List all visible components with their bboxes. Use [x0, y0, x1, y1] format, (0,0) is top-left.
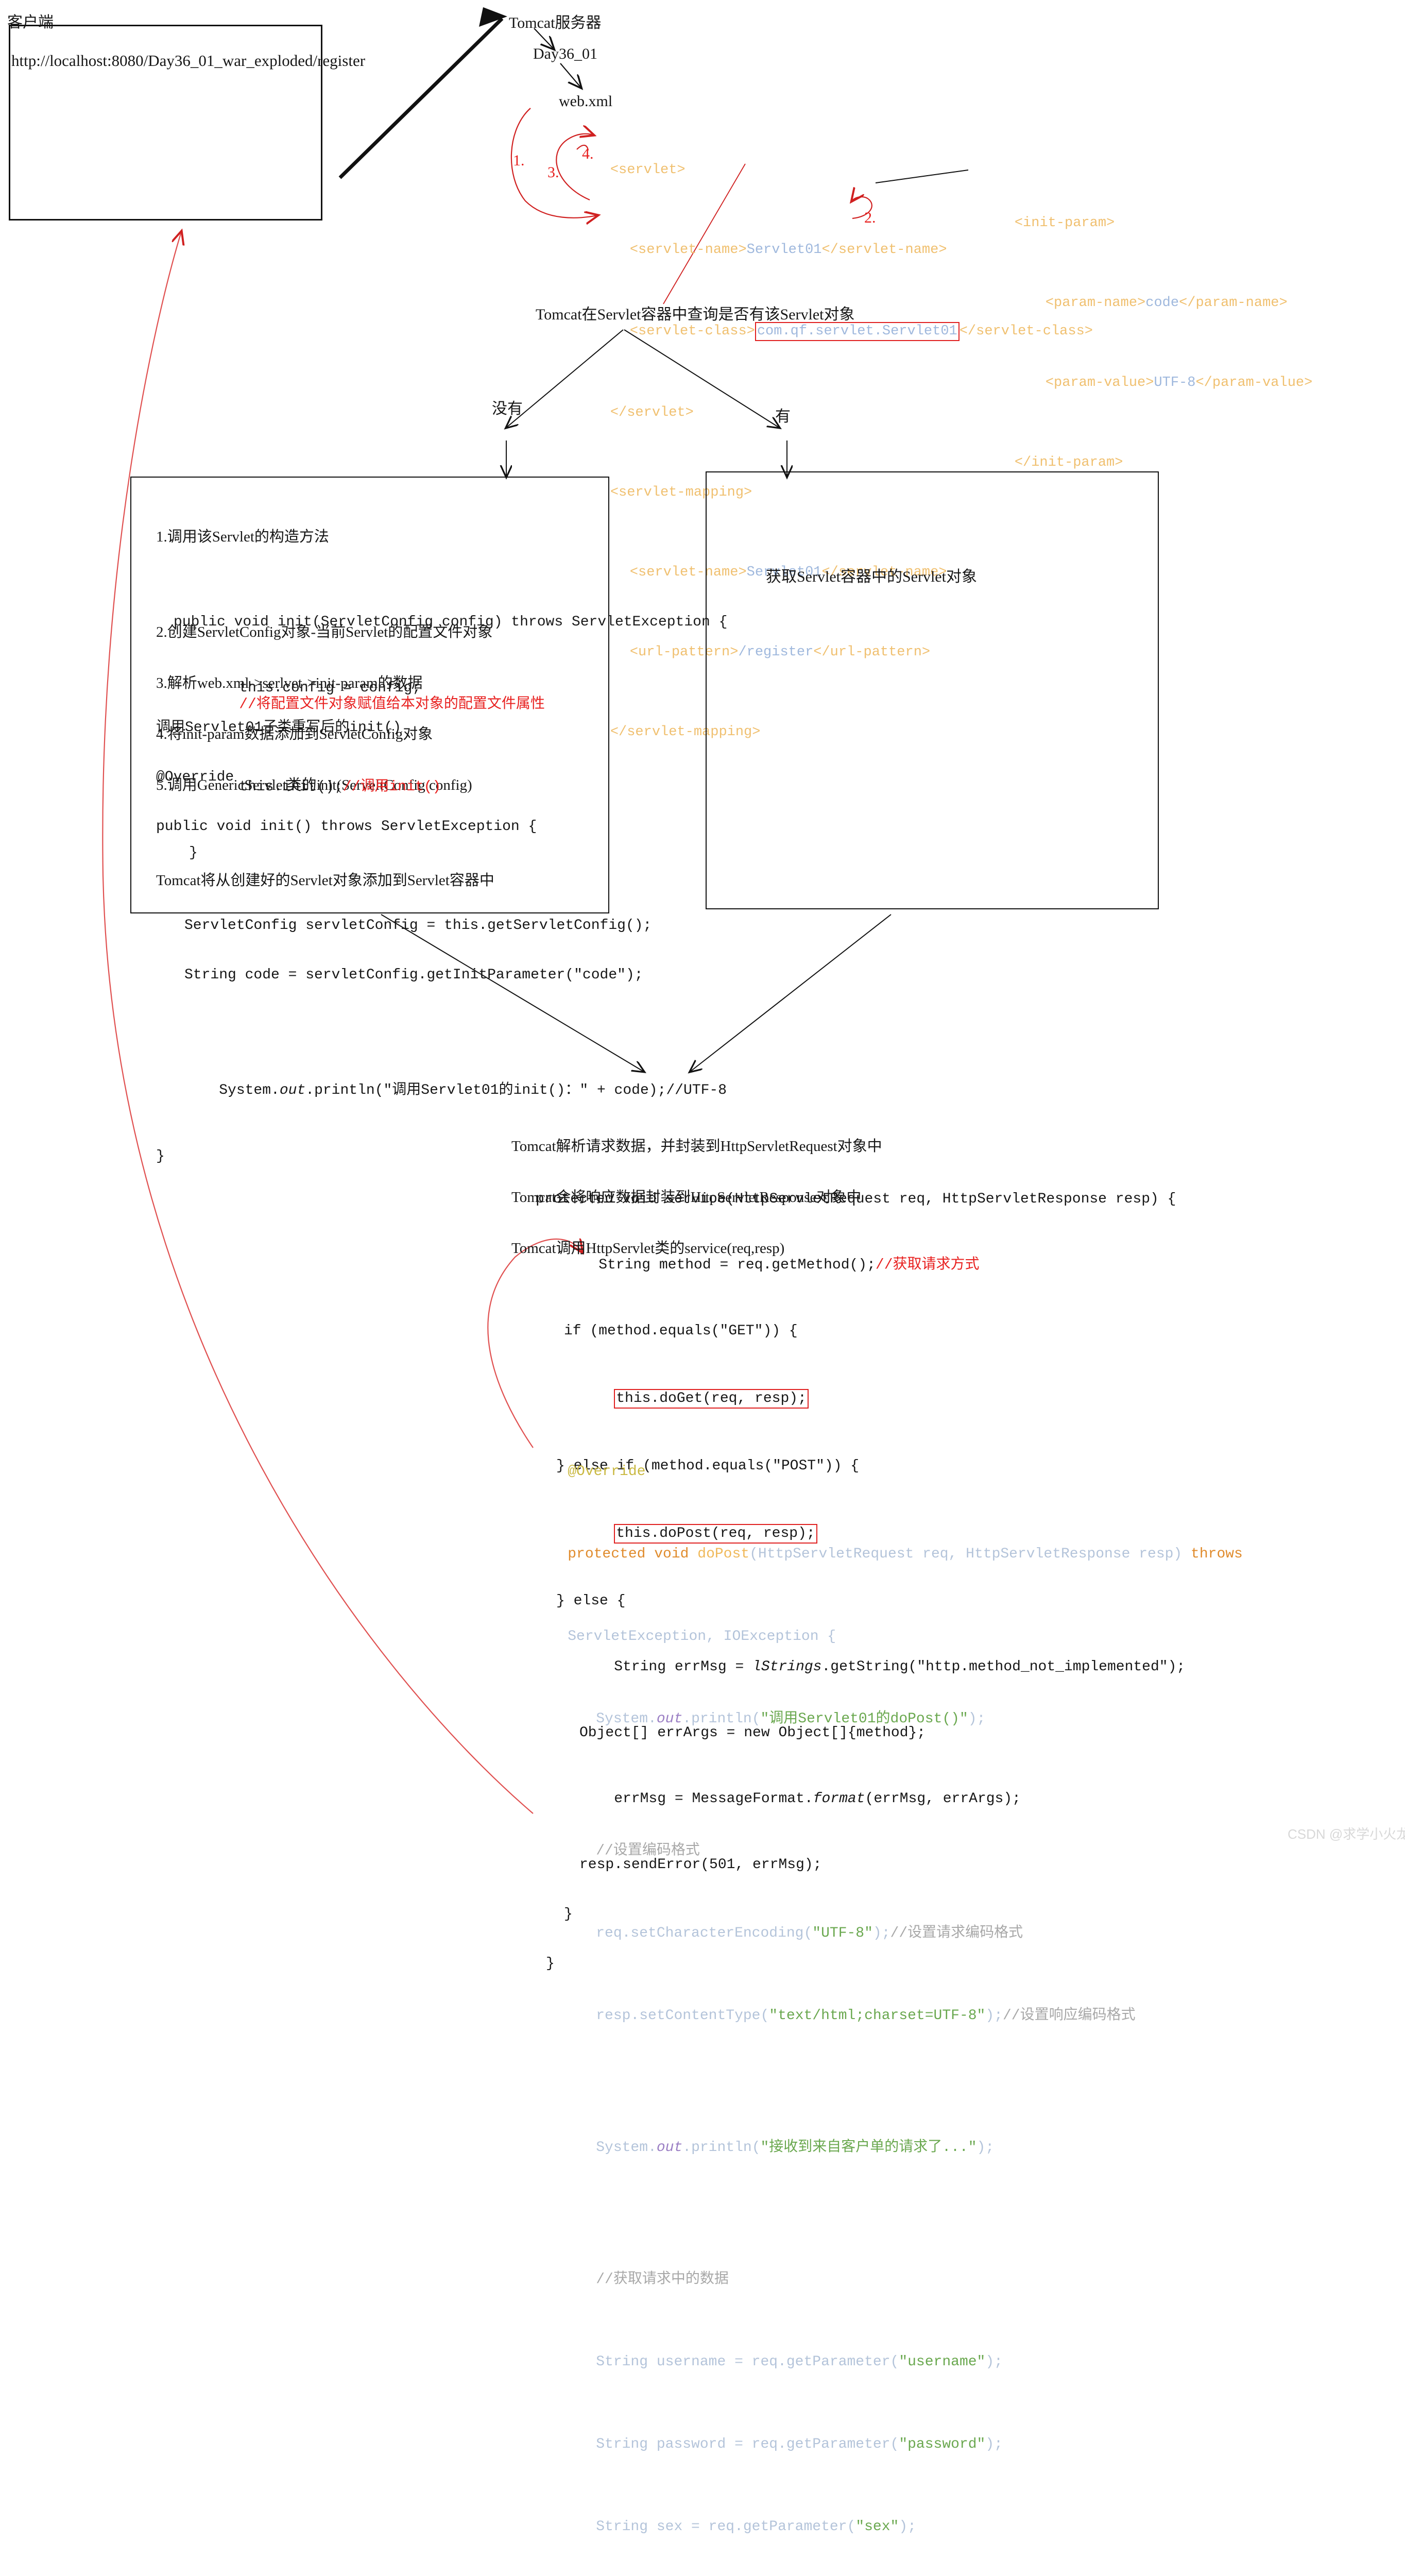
servlet01-override-annotation: @Override — [156, 769, 234, 785]
client-url-text: http://localhost:8080/Day36_01_war_explo… — [11, 52, 366, 70]
servlet01-print-c: .println("调用Servlet01的init()：" + code); — [305, 1082, 666, 1098]
servlet01-get-initparam: String code = servletConfig.getInitParam… — [184, 967, 643, 983]
csdn-watermark: CSDN @求学小火龙 — [1288, 1826, 1405, 1842]
dopost-sig-name: doPost — [697, 1546, 750, 1562]
dopost-method-code: @Override protected void doPost(HttpServ… — [533, 1414, 1243, 2576]
dopost-sig-throws: throws — [1191, 1546, 1243, 1562]
dopost-print1-out: out — [656, 1711, 683, 1727]
xml-servlet-close: </servlet> — [610, 405, 694, 420]
dopost-password-a: String password = req.getParameter( — [596, 2436, 899, 2452]
service-doget-call-highlight: this.doGet(req, resp); — [614, 1389, 809, 1409]
dopost-req-enc-a: req.setCharacterEncoding( — [596, 1925, 813, 1941]
dopost-username-string: "username" — [899, 2354, 986, 2370]
dopost-comment-getparams: //获取请求中的数据 — [596, 2272, 729, 2287]
dopost-print2-sys: System. — [596, 2140, 657, 2156]
annotation-number-3: 3. — [547, 164, 559, 181]
servlet01-init-title: 调用Servlet01子类重写后的init() — [156, 720, 402, 736]
servlet01-print-a: System. — [219, 1082, 280, 1098]
service-get-method: String method = req.getMethod(); — [598, 1257, 876, 1273]
dopost-sig-modifiers: protected void — [568, 1546, 698, 1562]
tomcat-server-label: Tomcat服务器 — [509, 14, 602, 31]
xml-paramname-value: code — [1145, 295, 1179, 311]
dopost-username-a: String username = req.getParameter( — [596, 2354, 899, 2370]
dopost-print2-end: ); — [976, 2140, 995, 2156]
dopost-print2-println: .println( — [682, 2140, 761, 2156]
arrow-client-to-tomcat — [338, 7, 507, 179]
initparam-code-block: <init-param> <param-name>code</param-nam… — [981, 167, 1313, 503]
dopost-sig-exceptions: ServletException, IOException { — [568, 1629, 836, 1645]
servlet-fetch-text: 获取Servlet容器中的Servlet对象 — [766, 568, 977, 585]
xml-initparam-close: </init-param> — [1014, 455, 1123, 470]
service-intro-line-1: Tomcat解析请求数据，并封装到HttpServletRequest对象中 — [511, 1138, 882, 1155]
init-step-1: 1.调用该Servlet的构造方法 — [156, 529, 329, 545]
xml-servlet-name-open-1: <servlet-name> — [629, 242, 747, 258]
dopost-sex-b: ); — [899, 2519, 916, 2535]
xml-paramvalue-value: UTF-8 — [1154, 375, 1196, 391]
xml-paramvalue-open: <param-value> — [1045, 375, 1154, 391]
dopost-resp-enc-comment: //设置响应编码格式 — [1002, 2008, 1136, 2024]
tomcat-add-servlet-text: Tomcat将从创建好的Servlet对象添加到Servlet容器中 — [156, 872, 494, 889]
dopost-print1-println: .println( — [682, 1711, 761, 1727]
dopost-sex-string: "sex" — [855, 2519, 899, 2535]
annotation-number-1: 1. — [513, 152, 525, 169]
service-if-get: if (method.equals("GET")) { — [564, 1323, 798, 1339]
dopost-resp-enc-a: resp.setContentType( — [596, 2008, 769, 2024]
service-get-method-comment: //获取请求方式 — [875, 1257, 980, 1273]
branch-label-exists: 有 — [775, 408, 791, 425]
xml-paramname-open: <param-name> — [1045, 295, 1146, 311]
annotation-number-2: 2. — [864, 209, 876, 226]
dopost-req-enc-string: "UTF-8" — [812, 1925, 873, 1941]
code-init-signature: public void init(ServletConfig config) t… — [174, 614, 728, 630]
xml-initparam-open: <init-param> — [1014, 215, 1115, 231]
xml-paramname-close: </param-name> — [1179, 295, 1288, 311]
arrow-project-to-webxml — [560, 63, 581, 88]
dopost-username-b: ); — [985, 2354, 1003, 2370]
dopost-sex-a: String sex = req.getParameter( — [596, 2519, 856, 2535]
annotation-number-4: 4. — [582, 145, 594, 162]
service-signature: protected void service(HttpServletReques… — [536, 1191, 1176, 1207]
dopost-req-enc-comment: //设置请求编码格式 — [890, 1925, 1023, 1941]
servlet-container-query-text: Tomcat在Servlet容器中查询是否有该Servlet对象 — [536, 306, 855, 323]
xml-servlet-name-value-1: Servlet01 — [746, 242, 822, 258]
servlet01-init-signature: public void init() throws ServletExcepti… — [156, 819, 537, 835]
servlet01-get-config: ServletConfig servletConfig = this.getSe… — [184, 918, 652, 934]
webxml-label: web.xml — [559, 93, 613, 110]
xml-servlet-name-close-1: </servlet-name> — [821, 242, 947, 258]
xml-servlet-class-open: <servlet-class> — [629, 324, 755, 339]
dopost-override-annotation: @Override — [568, 1464, 646, 1480]
dopost-print2-string: "接收到来自客户单的请求了..." — [760, 2140, 977, 2156]
servlet01-print-out: out — [279, 1082, 306, 1098]
dopost-print1-sys: System. — [596, 1711, 657, 1727]
dopost-comment-encoding: //设置编码格式 — [596, 1843, 700, 1859]
dopost-resp-enc-b: ); — [985, 2008, 1003, 2024]
servlet-fetch-box — [706, 471, 1159, 909]
branch-label-none: 没有 — [492, 400, 523, 417]
dopost-resp-enc-string: "text/html;charset=UTF-8" — [769, 2008, 986, 2024]
dopost-password-string: "password" — [899, 2436, 986, 2452]
dopost-print1-string: "调用Servlet01的doPost()" — [760, 1711, 968, 1727]
project-label: Day36_01 — [533, 45, 597, 62]
dopost-password-b: ); — [985, 2436, 1003, 2452]
xml-servlet-open: <servlet> — [610, 162, 686, 178]
xml-servlet-class-value-highlight: com.qf.servlet.Servlet01 — [755, 322, 959, 341]
dopost-print1-end: ); — [968, 1711, 986, 1727]
xml-paramvalue-close: </param-value> — [1195, 375, 1313, 391]
dopost-print2-out: out — [656, 2140, 683, 2156]
dopost-sig-params: (HttpServletRequest req, HttpServletResp… — [749, 1546, 1191, 1562]
dopost-req-enc-b: ); — [872, 1925, 890, 1941]
servlet01-print-comment: //UTF-8 — [666, 1082, 727, 1098]
